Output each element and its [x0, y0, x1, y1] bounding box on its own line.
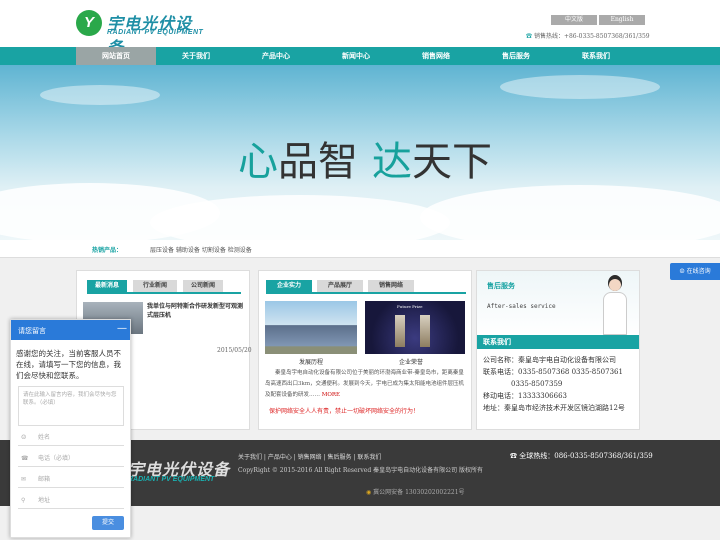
- footer-logo-en: RADIANT PV EQUIPMENT: [128, 476, 215, 483]
- person-icon: ☺: [679, 268, 685, 275]
- footer-copyright: CopyRight © 2015-2016 All Right Reserved…: [238, 467, 483, 474]
- caption-honors: 企业荣誉: [399, 359, 424, 366]
- banner-slogan-1: 心品智: [238, 139, 358, 185]
- chat-title: 请您留言: [18, 327, 46, 335]
- nav-news[interactable]: 新闻中心: [316, 47, 396, 65]
- more-link[interactable]: MORE: [322, 392, 340, 398]
- chat-intro: 感谢您的关注，当前客服人员不在线，请填写一下您的信息，我们会尽快和您联系。: [16, 349, 121, 380]
- user-icon: ☺: [21, 434, 27, 441]
- logo-text-en: RADIANT PV EQUIPMENT: [107, 29, 204, 36]
- logo-mark-icon: Y: [76, 10, 102, 36]
- chat-header: 请您留言 —: [11, 320, 130, 340]
- header-hotline: ☎ 销售热线：+86-0335-8507368/361/359: [526, 31, 650, 40]
- company-trophy-image[interactable]: Future Prize: [365, 301, 465, 354]
- chat-widget: 请您留言 — 感谢您的关注，当前客服人员不在线，请填写一下您的信息，我们会尽快和…: [10, 319, 131, 538]
- caption-history: 发展历程: [299, 359, 324, 366]
- chat-phone-field[interactable]: ☎ 电话（必填）: [18, 451, 124, 467]
- chat-submit-button[interactable]: 提交: [92, 516, 124, 530]
- nav-products[interactable]: 产品中心: [236, 47, 316, 65]
- service-title: 售后服务: [487, 282, 515, 290]
- tab-company-strength[interactable]: 企业实力: [266, 280, 312, 292]
- service-panel: 售后服务 After-sales service 联系我们 公司名称：秦皇岛宇电…: [476, 270, 640, 430]
- main-nav: 网站首页 关于我们 产品中心 新闻中心 销售网络 售后服务 联系我们: [0, 47, 720, 65]
- tab-product-hall[interactable]: 产品展厅: [317, 280, 363, 292]
- nav-sales[interactable]: 销售网络: [396, 47, 476, 65]
- chat-message-input[interactable]: 请在此输入留言内容，我们会尽快与您联系。（必填）: [18, 386, 124, 426]
- tab-sales-network[interactable]: 销售网络: [368, 280, 414, 292]
- minimize-icon[interactable]: —: [117, 323, 127, 334]
- security-notice: 保护网络安全人人有责，禁止一切破坏网络安全的行为！: [269, 408, 420, 415]
- nav-service[interactable]: 售后服务: [476, 47, 556, 65]
- mail-icon: ✉: [21, 476, 27, 483]
- footer-hotline: ☎ 全球热线：086-0335-8507368/361/359: [510, 452, 653, 460]
- contact-info: 公司名称：秦皇岛宇电自动化设备有限公司 联系电话：0335-8507368 03…: [483, 354, 639, 414]
- contact-tel: 联系电话：0335-8507368 0335-8507361: [483, 368, 623, 376]
- hero-banner[interactable]: 心品智 达天下: [0, 65, 720, 240]
- contact-address: 地址：秦皇岛市经济技术开发区镜泊湖路12号: [483, 404, 625, 412]
- chat-address-field[interactable]: ⚲ 地址: [18, 493, 124, 509]
- trophy-label: Future Prize: [397, 304, 423, 309]
- footer-police-record[interactable]: ◉ 冀公网安备 13030202002221号: [366, 487, 465, 496]
- company-panel: 企业实力 产品展厅 销售网络 Future Prize 发展历程 企业荣誉 秦皇…: [258, 270, 472, 430]
- tab-company-news[interactable]: 公司新闻: [183, 280, 223, 292]
- chat-name-field[interactable]: ☺ 姓名: [18, 430, 124, 446]
- contact-mobile: 移动电话：13333306663: [483, 392, 567, 400]
- phone-icon: ☎: [21, 455, 29, 462]
- contact-company: 公司名称：秦皇岛宇电自动化设备有限公司: [483, 356, 616, 364]
- service-title-en: After-sales service: [487, 303, 556, 310]
- nav-about[interactable]: 关于我们: [156, 47, 236, 65]
- lang-en-button[interactable]: English: [599, 15, 645, 25]
- lang-cn-button[interactable]: 中文版: [551, 15, 597, 25]
- nav-contact[interactable]: 联系我们: [556, 47, 636, 65]
- company-building-image[interactable]: [265, 301, 357, 354]
- chat-email-field[interactable]: ✉ 邮箱: [18, 472, 124, 488]
- company-intro: 秦皇岛宇电自动化设备有限公司位于美丽的环渤海商业带-秦皇岛市，距离秦皇岛高速西出…: [265, 370, 465, 398]
- contact-title: 联系我们: [477, 335, 639, 349]
- news-headline[interactable]: 我单位与阿特斯合作研发新型可观测式层压机: [147, 302, 245, 320]
- location-icon: ⚲: [21, 497, 26, 504]
- site-logo[interactable]: Y 宇电光伏设备 RADIANT PV EQUIPMENT: [76, 10, 206, 57]
- tab-latest-news[interactable]: 最新消息: [87, 280, 127, 292]
- nav-home[interactable]: 网站首页: [76, 47, 156, 65]
- banner-slogan-2: 达天下: [372, 139, 492, 185]
- phone-icon: ☎: [510, 452, 517, 460]
- online-consult-button[interactable]: ☺ 在线咨询: [670, 263, 720, 280]
- tab-industry-news[interactable]: 行业新闻: [133, 280, 177, 292]
- hot-products-links[interactable]: 层压设备 辅助设备 切割设备 检测设备: [150, 245, 252, 254]
- news-date: 2015/05/20: [217, 347, 252, 354]
- footer-links[interactable]: 关于我们 | 产品中心 | 销售网络 | 售后服务 | 联系我们: [238, 452, 381, 461]
- police-badge-icon: ◉: [366, 489, 372, 496]
- service-agent-image: [599, 275, 631, 335]
- hot-products-title: 热销产品：: [92, 247, 123, 254]
- contact-tel2: 0335-8507359: [511, 380, 563, 388]
- header-hotline-text: 销售热线：+86-0335-8507368/361/359: [533, 33, 650, 40]
- phone-icon: ☎: [526, 33, 533, 40]
